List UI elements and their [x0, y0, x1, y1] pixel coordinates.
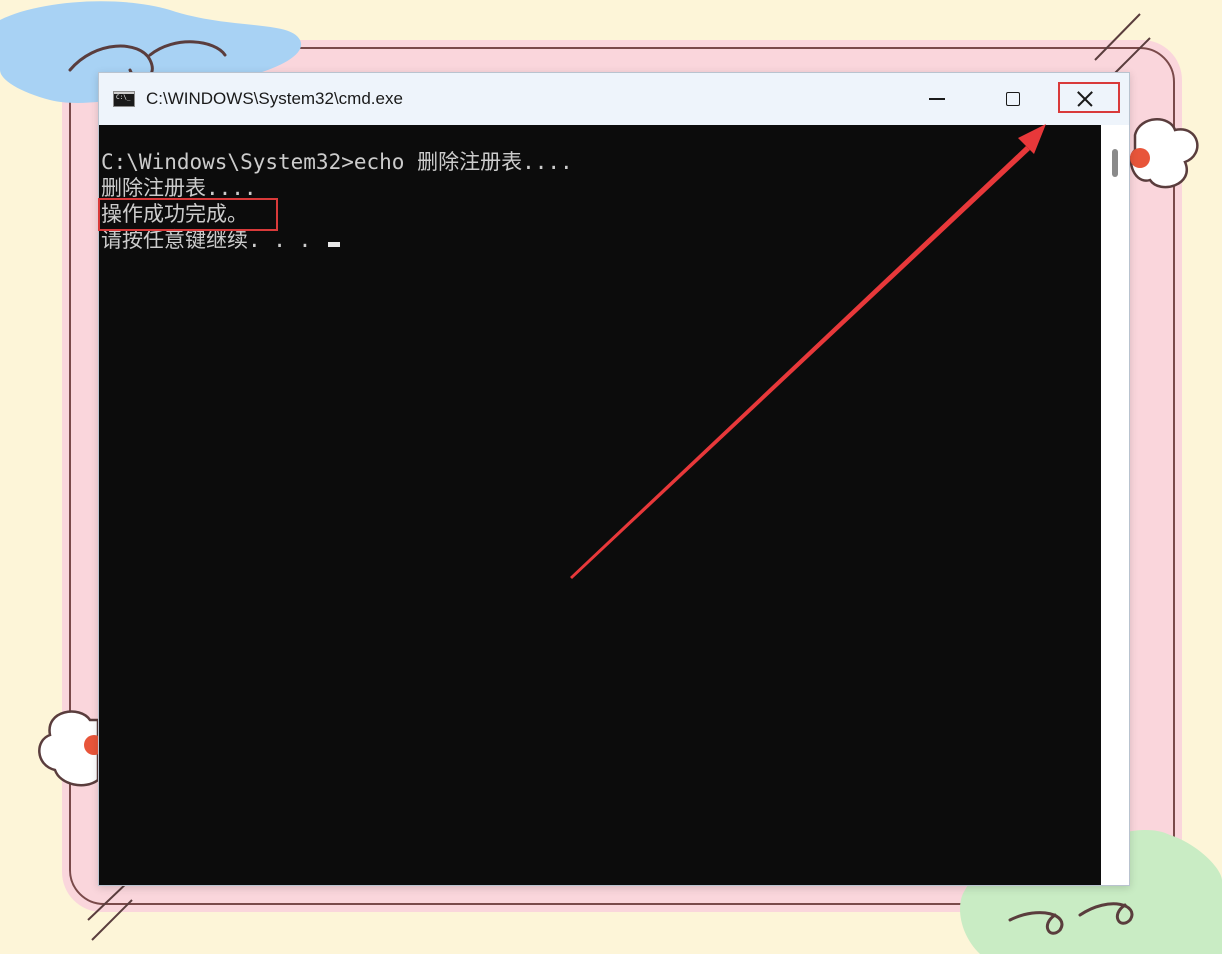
flower-right-center: [1130, 148, 1150, 168]
minimize-button[interactable]: [911, 73, 963, 125]
cmd-app-icon-text: C:\_: [116, 94, 131, 101]
scrollbar-thumb[interactable]: [1112, 149, 1118, 177]
maximize-icon: [1006, 92, 1020, 106]
close-button-highlight: [1058, 82, 1120, 113]
console-line-command: C:\Windows\System32>echo 删除注册表....: [101, 150, 573, 174]
title-bar[interactable]: C:\_ C:\WINDOWS\System32\cmd.exe: [99, 73, 1129, 125]
press-any-key-text: 请按任意键继续. . .: [101, 228, 324, 252]
cmd-window: C:\_ C:\WINDOWS\System32\cmd.exe C:\Wind…: [98, 72, 1130, 886]
text-cursor: [327, 242, 340, 247]
minimize-icon: [929, 98, 945, 100]
cmd-app-icon: C:\_: [113, 91, 135, 107]
console-output[interactable]: C:\Windows\System32>echo 删除注册表.... 删除注册表…: [99, 125, 1101, 885]
window-title: C:\WINDOWS\System32\cmd.exe: [146, 89, 403, 108]
success-message-highlight: [98, 198, 278, 231]
maximize-button[interactable]: [987, 73, 1039, 125]
vertical-scrollbar[interactable]: [1101, 125, 1129, 885]
